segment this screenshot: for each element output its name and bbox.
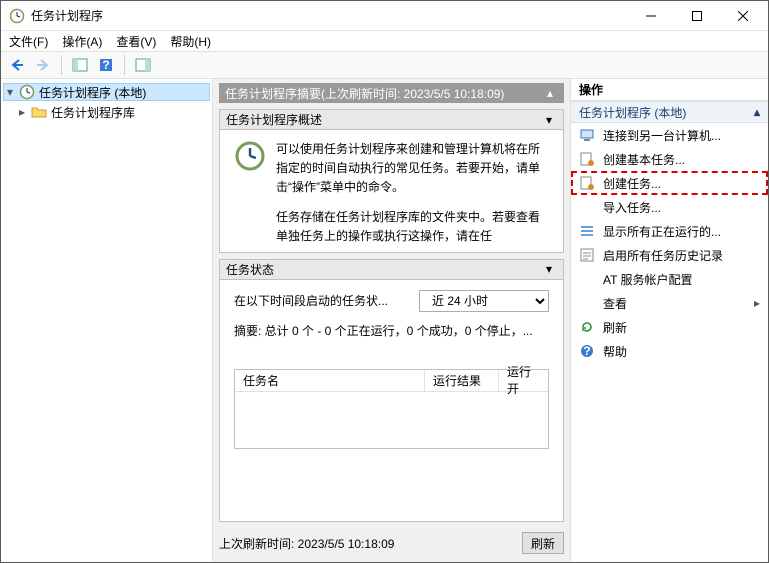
- collapse-icon[interactable]: ▾: [541, 262, 557, 276]
- forward-button[interactable]: [31, 53, 55, 77]
- collapse-icon[interactable]: ▴: [542, 86, 558, 100]
- summary-header-text: 任务计划程序摘要(上次刷新时间: 2023/5/5 10:18:09): [225, 85, 504, 102]
- collapse-icon[interactable]: ▴: [754, 105, 760, 119]
- action-label: 创建任务...: [603, 175, 661, 192]
- action-label: 创建基本任务...: [603, 151, 685, 168]
- help-icon: ?: [579, 343, 595, 359]
- submenu-arrow-icon: ▸: [754, 296, 760, 310]
- status-box: 任务状态 ▾ 在以下时间段启动的任务状... 近 24 小时 摘要: 总计 0 …: [219, 259, 564, 522]
- action-label: AT 服务帐户配置: [603, 271, 693, 288]
- show-hide-console-tree-button[interactable]: [68, 53, 92, 77]
- actions-group-header[interactable]: 任务计划程序 (本地) ▴: [571, 101, 768, 123]
- tree-pane: ▾ 任务计划程序 (本地) ▸ 任务计划程序库: [1, 79, 213, 562]
- menu-file[interactable]: 文件(F): [9, 33, 48, 50]
- action-label: 帮助: [603, 343, 627, 360]
- action-help[interactable]: ? 帮助: [571, 339, 768, 363]
- overview-title: 任务计划程序概述: [226, 111, 322, 128]
- actions-pane-title: 操作: [571, 79, 768, 101]
- maximize-button[interactable]: [674, 1, 720, 31]
- col-result[interactable]: 运行结果: [425, 370, 499, 391]
- action-label: 启用所有任务历史记录: [603, 247, 723, 264]
- status-title: 任务状态: [226, 261, 274, 278]
- overview-title-bar: 任务计划程序概述 ▾: [220, 110, 563, 130]
- folder-icon: [31, 104, 47, 120]
- content-area: ▾ 任务计划程序 (本地) ▸ 任务计划程序库 任务计划程序摘要(上次刷新时间:…: [1, 79, 768, 562]
- list-icon: [579, 223, 595, 239]
- table-header: 任务名 运行结果 运行开: [235, 370, 548, 392]
- summary-pane: 任务计划程序摘要(上次刷新时间: 2023/5/5 10:18:09) ▴ 任务…: [213, 79, 571, 562]
- help-button[interactable]: ?: [94, 53, 118, 77]
- action-show-running[interactable]: 显示所有正在运行的...: [571, 219, 768, 243]
- last-refresh-label: 上次刷新时间: 2023/5/5 10:18:09: [219, 535, 394, 552]
- refresh-button[interactable]: 刷新: [522, 532, 564, 554]
- action-label: 显示所有正在运行的...: [603, 223, 721, 240]
- task-table: 任务名 运行结果 运行开: [234, 369, 549, 449]
- overview-box: 任务计划程序概述 ▾ 可以使用任务计划程序来创建和管理计算机将在所指定的时间自动…: [219, 109, 564, 253]
- tree-library[interactable]: ▸ 任务计划程序库: [3, 103, 210, 121]
- overview-text2: 任务存储在任务计划程序库的文件夹中。若要查看单独任务上的操作或执行这操作，请在任: [276, 208, 549, 246]
- menu-action[interactable]: 操作(A): [62, 33, 102, 50]
- window-title: 任务计划程序: [31, 7, 628, 24]
- close-button[interactable]: [720, 1, 766, 31]
- scheduler-icon: [19, 84, 35, 100]
- menu-help[interactable]: 帮助(H): [170, 33, 211, 50]
- task-icon: [579, 175, 595, 191]
- action-at-service-account[interactable]: AT 服务帐户配置: [571, 267, 768, 291]
- action-enable-history[interactable]: 启用所有任务历史记录: [571, 243, 768, 267]
- blank-icon: [579, 271, 595, 287]
- status-title-bar: 任务状态 ▾: [220, 260, 563, 280]
- tree-library-label: 任务计划程序库: [51, 104, 135, 121]
- action-label: 导入任务...: [603, 199, 661, 216]
- back-button[interactable]: [5, 53, 29, 77]
- svg-text:?: ?: [583, 344, 590, 358]
- time-range-select[interactable]: 近 24 小时: [419, 290, 549, 312]
- expand-icon[interactable]: ▸: [17, 105, 27, 119]
- history-icon: [579, 247, 595, 263]
- action-import-task[interactable]: 导入任务...: [571, 195, 768, 219]
- computer-icon: [579, 127, 595, 143]
- action-label: 连接到另一台计算机...: [603, 127, 721, 144]
- menu-view[interactable]: 查看(V): [116, 33, 156, 50]
- app-icon: [9, 8, 25, 24]
- expand-icon[interactable]: ▾: [5, 85, 15, 99]
- svg-text:?: ?: [102, 58, 109, 72]
- col-run-start[interactable]: 运行开: [499, 370, 548, 391]
- last-refresh-row: 上次刷新时间: 2023/5/5 10:18:09 刷新: [219, 528, 564, 558]
- minimize-button[interactable]: [628, 1, 674, 31]
- action-label: 查看: [603, 295, 627, 312]
- tree-root[interactable]: ▾ 任务计划程序 (本地): [3, 83, 210, 101]
- actions-pane: 操作 任务计划程序 (本地) ▴ 连接到另一台计算机... 创建基本任务... …: [571, 79, 768, 562]
- action-create-basic-task[interactable]: 创建基本任务...: [571, 147, 768, 171]
- actions-group-label: 任务计划程序 (本地): [579, 104, 686, 121]
- action-create-task[interactable]: 创建任务...: [571, 171, 768, 195]
- show-hide-action-pane-button[interactable]: [131, 53, 155, 77]
- blank-icon: [579, 295, 595, 311]
- refresh-icon: [579, 319, 595, 335]
- status-range-label: 在以下时间段启动的任务状...: [234, 292, 411, 309]
- action-refresh[interactable]: 刷新: [571, 315, 768, 339]
- action-connect-computer[interactable]: 连接到另一台计算机...: [571, 123, 768, 147]
- col-task-name[interactable]: 任务名: [235, 370, 425, 391]
- action-view[interactable]: 查看 ▸: [571, 291, 768, 315]
- action-label: 刷新: [603, 319, 627, 336]
- menu-bar: 文件(F) 操作(A) 查看(V) 帮助(H): [1, 31, 768, 51]
- tree-root-label: 任务计划程序 (本地): [39, 84, 146, 101]
- toolbar: ?: [1, 51, 768, 79]
- clock-icon: [234, 140, 266, 172]
- toolbar-separator: [61, 55, 62, 75]
- task-icon: [579, 151, 595, 167]
- import-icon: [579, 199, 595, 215]
- title-bar: 任务计划程序: [1, 1, 768, 31]
- toolbar-separator: [124, 55, 125, 75]
- collapse-icon[interactable]: ▾: [541, 113, 557, 127]
- overview-text: 可以使用任务计划程序来创建和管理计算机将在所指定的时间自动执行的常见任务。若要开…: [276, 140, 549, 198]
- summary-header: 任务计划程序摘要(上次刷新时间: 2023/5/5 10:18:09) ▴: [219, 83, 564, 103]
- status-summary-line: 摘要: 总计 0 个 - 0 个正在运行，0 个成功，0 个停止，...: [234, 322, 549, 339]
